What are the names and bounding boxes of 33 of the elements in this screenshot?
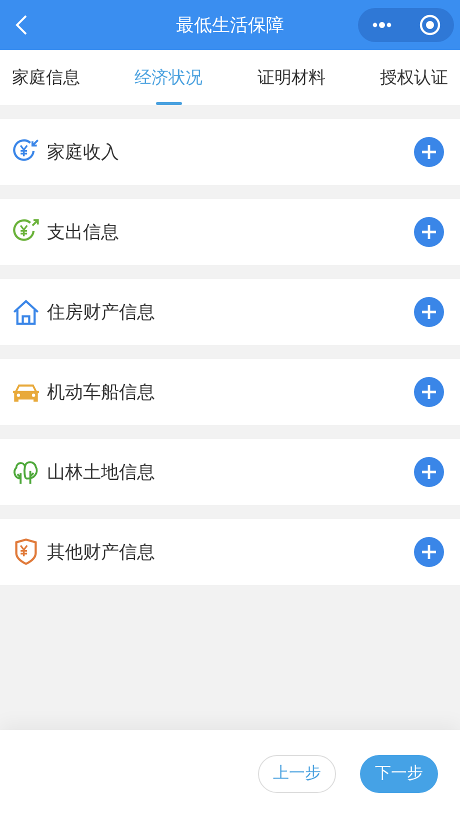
section-label: 其他财产信息 — [47, 541, 155, 564]
plus-icon — [420, 463, 438, 481]
section-row[interactable]: 住房财产信息 — [0, 279, 460, 345]
window-title: 最低生活保障 — [176, 14, 284, 37]
section-label: 支出信息 — [47, 221, 119, 244]
section-label: 机动车船信息 — [47, 381, 155, 404]
add-button[interactable] — [414, 297, 444, 327]
section-row[interactable]: 其他财产信息 — [0, 519, 460, 585]
tab[interactable]: 家庭信息 — [12, 50, 80, 105]
close-icon[interactable] — [417, 12, 443, 38]
tab[interactable]: 证明材料 — [257, 50, 326, 105]
section-label: 家庭收入 — [47, 141, 119, 164]
house-icon — [12, 298, 40, 326]
plus-icon — [420, 303, 438, 321]
section-row[interactable]: 家庭收入 — [0, 119, 460, 185]
add-button[interactable] — [414, 377, 444, 407]
section-label: 山林土地信息 — [47, 461, 155, 484]
section-row[interactable]: 支出信息 — [0, 199, 460, 265]
plus-icon — [420, 383, 438, 401]
add-button[interactable] — [414, 217, 444, 247]
tab[interactable]: 授权认证 — [380, 50, 448, 105]
shield-yen-icon — [12, 538, 40, 566]
trees-icon — [12, 458, 40, 486]
add-button[interactable] — [414, 537, 444, 567]
section-row[interactable]: 机动车船信息 — [0, 359, 460, 425]
add-button[interactable] — [414, 457, 444, 487]
plus-icon — [420, 223, 438, 241]
plus-icon — [420, 543, 438, 561]
section-row[interactable]: 山林土地信息 — [0, 439, 460, 505]
section-label: 住房财产信息 — [47, 301, 155, 324]
add-button[interactable] — [414, 137, 444, 167]
plus-icon — [420, 143, 438, 161]
back-icon[interactable] — [14, 14, 28, 36]
